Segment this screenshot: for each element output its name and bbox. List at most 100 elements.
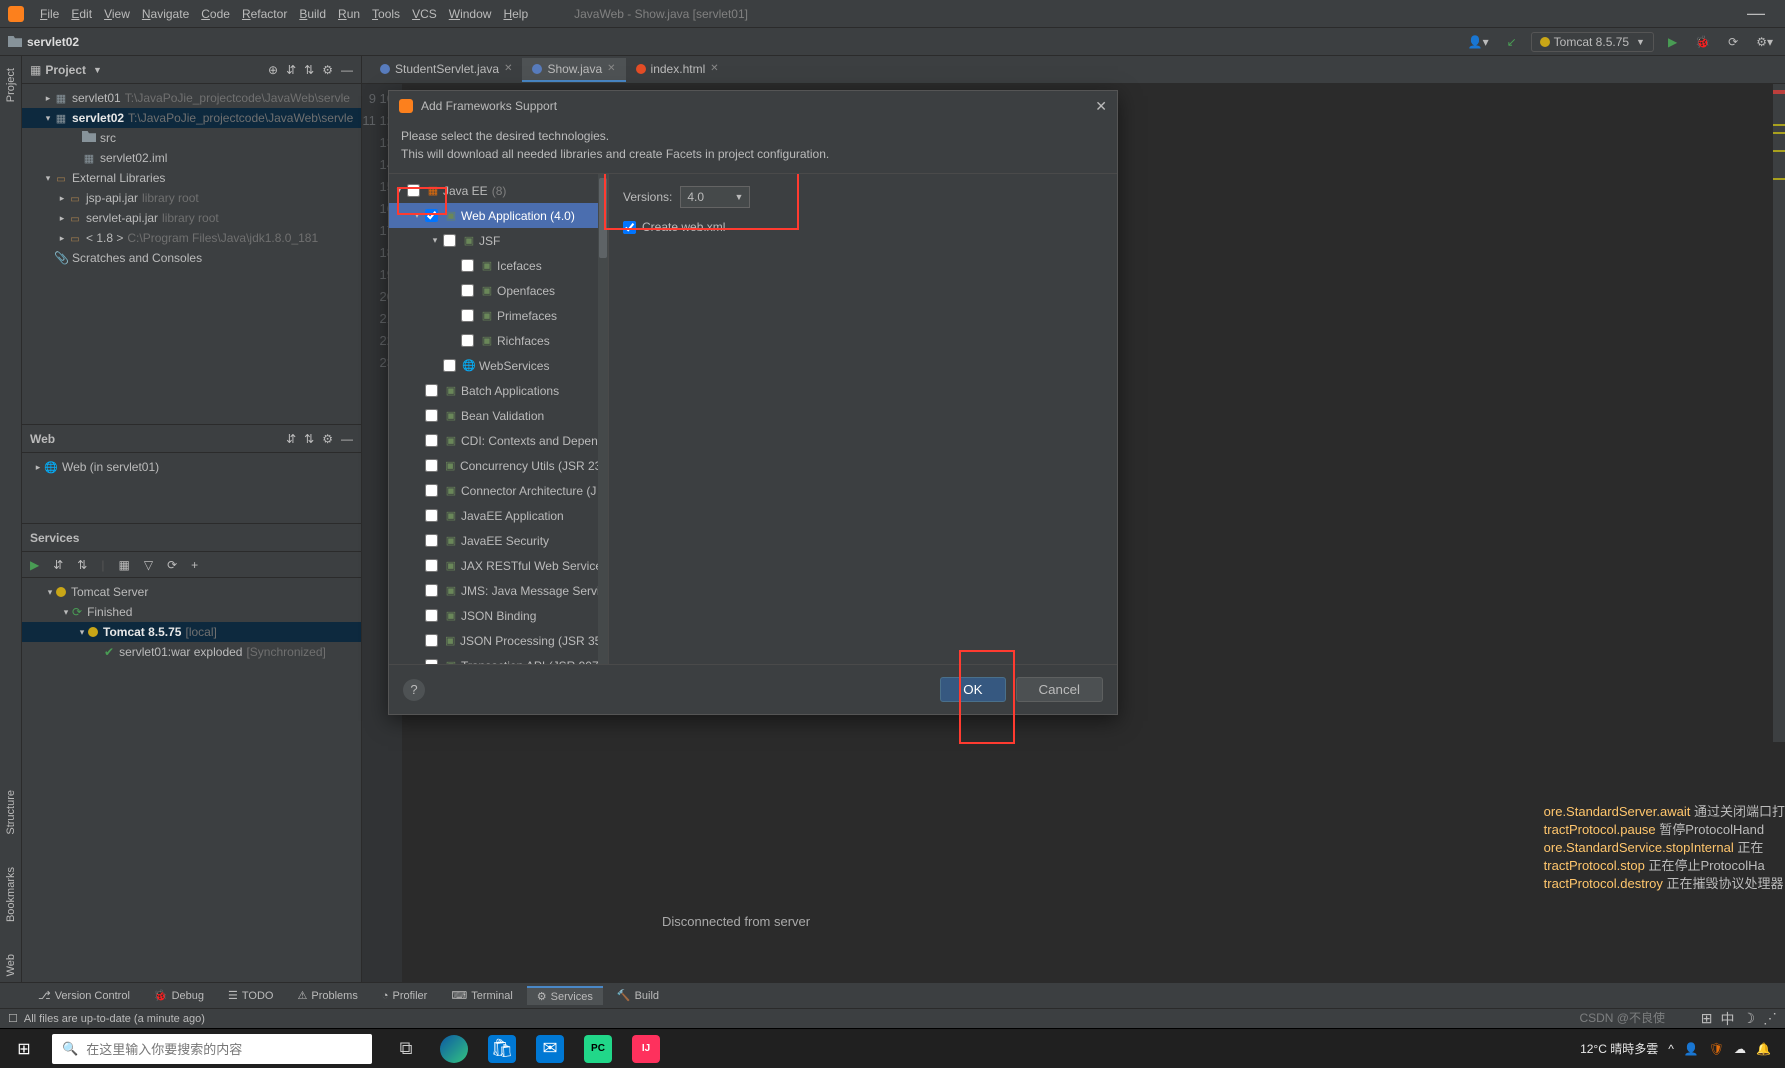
framework-item[interactable]: ▣Connector Architecture (J — [389, 478, 608, 503]
toolwin-tab-version-control[interactable]: ⎇Version Control — [28, 987, 140, 1004]
tray-chevron-icon[interactable]: ^ — [1668, 1042, 1674, 1056]
project-tree-item[interactable]: ▸jsp-api.jarlibrary root — [22, 188, 361, 208]
gear-icon[interactable]: ⚙ — [322, 432, 333, 446]
framework-checkbox[interactable] — [425, 409, 438, 422]
framework-checkbox[interactable] — [461, 259, 474, 272]
settings-icon[interactable]: ⚙▾ — [1752, 33, 1777, 51]
framework-checkbox[interactable] — [425, 609, 438, 622]
cancel-button[interactable]: Cancel — [1016, 677, 1104, 702]
editor-tab[interactable]: Show.java✕ — [522, 58, 625, 82]
framework-item[interactable]: WebServices — [389, 353, 608, 378]
menu-vcs[interactable]: VCS — [406, 5, 443, 23]
project-tree-item[interactable]: servlet02.iml — [22, 148, 361, 168]
services-tree-item[interactable]: ▾⟳Finished — [22, 602, 361, 622]
user-icon[interactable]: 👤▾ — [1464, 33, 1493, 51]
toolwin-tab-profiler[interactable]: ◔Profiler — [372, 988, 438, 1004]
editor-tab[interactable]: index.html✕ — [626, 58, 729, 82]
framework-checkbox[interactable] — [425, 484, 438, 497]
menu-code[interactable]: Code — [195, 5, 236, 23]
toolwin-tab-build[interactable]: 🔨Build — [607, 987, 669, 1004]
ok-button[interactable]: OK — [940, 677, 1005, 702]
pycharm-icon[interactable]: PC — [584, 1035, 612, 1063]
store-icon[interactable]: 🛍 — [488, 1035, 516, 1063]
web-tree-item[interactable]: ▸ Web (in servlet01) — [22, 457, 361, 477]
project-tree-item[interactable]: ▸< 1.8 >C:\Program Files\Java\jdk1.8.0_1… — [22, 228, 361, 248]
collapse-icon[interactable]: ⇅ — [304, 63, 314, 77]
intellij-icon[interactable]: IJ — [632, 1035, 660, 1063]
services-tree-item[interactable]: ▾Tomcat 8.5.75 [local] — [22, 622, 361, 642]
close-icon[interactable]: ✕ — [1095, 98, 1107, 115]
toolwin-tab-services[interactable]: ⚙Services — [527, 986, 603, 1005]
services-tree-item[interactable]: ▾Tomcat Server — [22, 582, 361, 602]
locate-icon[interactable]: ⊕ — [268, 63, 278, 77]
tray-more-icon[interactable]: 🔔 — [1756, 1042, 1771, 1056]
toolwin-tab-debug[interactable]: 🐞Debug — [144, 987, 214, 1004]
toolwin-tab-problems[interactable]: ⚠Problems — [287, 987, 367, 1004]
services-run-button[interactable]: ▶ — [30, 558, 39, 572]
framework-checkbox[interactable] — [425, 384, 438, 397]
expand-icon[interactable]: ⇵ — [286, 432, 296, 446]
framework-checkbox[interactable] — [425, 584, 438, 597]
services-tool-icon[interactable]: ▦ — [118, 558, 129, 572]
framework-checkbox[interactable] — [425, 659, 438, 664]
framework-checkbox[interactable] — [461, 284, 474, 297]
task-view-icon[interactable]: ⧉ — [392, 1035, 420, 1063]
create-webxml-checkbox[interactable] — [623, 221, 636, 234]
ime-indicator[interactable]: 中 — [1720, 1009, 1734, 1029]
framework-item[interactable]: ▣CDI: Contexts and Depenc — [389, 428, 608, 453]
tray-cloud-icon[interactable]: ☁ — [1734, 1042, 1746, 1056]
hide-icon[interactable]: — — [341, 63, 353, 77]
editor-tab[interactable]: StudentServlet.java✕ — [370, 58, 522, 82]
services-tree-item[interactable]: ✔servlet01:war exploded [Synchronized] — [22, 642, 361, 662]
framework-item[interactable]: ▣JMS: Java Message Servic — [389, 578, 608, 603]
framework-checkbox[interactable] — [443, 234, 456, 247]
services-tool-icon[interactable]: ⇵ — [53, 558, 63, 572]
framework-item[interactable]: ▣Icefaces — [389, 253, 608, 278]
framework-checkbox[interactable] — [407, 184, 420, 197]
framework-checkbox[interactable] — [461, 334, 474, 347]
framework-checkbox[interactable] — [443, 359, 456, 372]
framework-item[interactable]: ▣JAX RESTful Web Services — [389, 553, 608, 578]
start-button[interactable]: ⊞ — [0, 1029, 48, 1068]
services-tree[interactable]: ▾Tomcat Server▾⟳Finished▾Tomcat 8.5.75 [… — [22, 578, 361, 982]
services-tool-icon[interactable]: ⇅ — [77, 558, 87, 572]
ide-notify-icon[interactable]: ⊞ — [1701, 1010, 1713, 1027]
toolwin-tab-terminal[interactable]: ⌨Terminal — [441, 987, 522, 1004]
project-tree-item[interactable]: ▾servlet02T:\JavaPoJie_projectcode\JavaW… — [22, 108, 361, 128]
debug-button[interactable]: 🐞 — [1691, 33, 1714, 51]
framework-checkbox[interactable] — [461, 309, 474, 322]
breadcrumb[interactable]: servlet02 — [27, 35, 79, 49]
run-config-select[interactable]: Tomcat 8.5.75 ▼ — [1531, 32, 1654, 52]
tray-people-icon[interactable]: 👤 — [1684, 1042, 1699, 1056]
tray-security-icon[interactable]: 🛡 — [1709, 1042, 1724, 1056]
mail-icon[interactable]: ✉ — [536, 1035, 564, 1063]
framework-checkbox[interactable] — [425, 634, 438, 647]
menu-run[interactable]: Run — [332, 5, 366, 23]
framework-item[interactable]: ▣JavaEE Application — [389, 503, 608, 528]
services-tool-icon[interactable]: ⟳ — [167, 558, 177, 572]
framework-item[interactable]: ▣JSON Binding — [389, 603, 608, 628]
framework-checkbox[interactable] — [425, 434, 438, 447]
framework-item[interactable]: ▾▣JSF — [389, 228, 608, 253]
project-tree-item[interactable]: 📎Scratches and Consoles — [22, 248, 361, 268]
framework-item[interactable]: ▣Richfaces — [389, 328, 608, 353]
chevron-down-icon[interactable]: ▼ — [93, 65, 102, 75]
framework-item[interactable]: ▣Primefaces — [389, 303, 608, 328]
project-tree-item[interactable]: ▾External Libraries — [22, 168, 361, 188]
framework-item[interactable]: ▣Openfaces — [389, 278, 608, 303]
framework-item[interactable]: ▣Concurrency Utils (JSR 236 — [389, 453, 608, 478]
project-tree-item[interactable]: ▸servlet-api.jarlibrary root — [22, 208, 361, 228]
framework-item[interactable]: ▣JavaEE Security — [389, 528, 608, 553]
close-icon[interactable]: ✕ — [504, 63, 512, 74]
project-tree-item[interactable]: ▸servlet01T:\JavaPoJie_projectcode\JavaW… — [22, 88, 361, 108]
project-tree[interactable]: ▸servlet01T:\JavaPoJie_projectcode\JavaW… — [22, 84, 361, 424]
moon-icon[interactable]: ☽ — [1742, 1010, 1755, 1027]
versions-select[interactable]: 4.0 ▼ — [680, 186, 750, 208]
framework-item[interactable]: ▣Transaction API (JSR 907) — [389, 653, 608, 664]
framework-item[interactable]: ▣Batch Applications — [389, 378, 608, 403]
vcs-update-icon[interactable]: ↙ — [1503, 33, 1521, 51]
menu-view[interactable]: View — [98, 5, 136, 23]
status-icon[interactable]: ☐ — [8, 1012, 18, 1025]
framework-checkbox[interactable] — [425, 459, 438, 472]
gutter-tab-web[interactable]: Web — [3, 948, 19, 982]
